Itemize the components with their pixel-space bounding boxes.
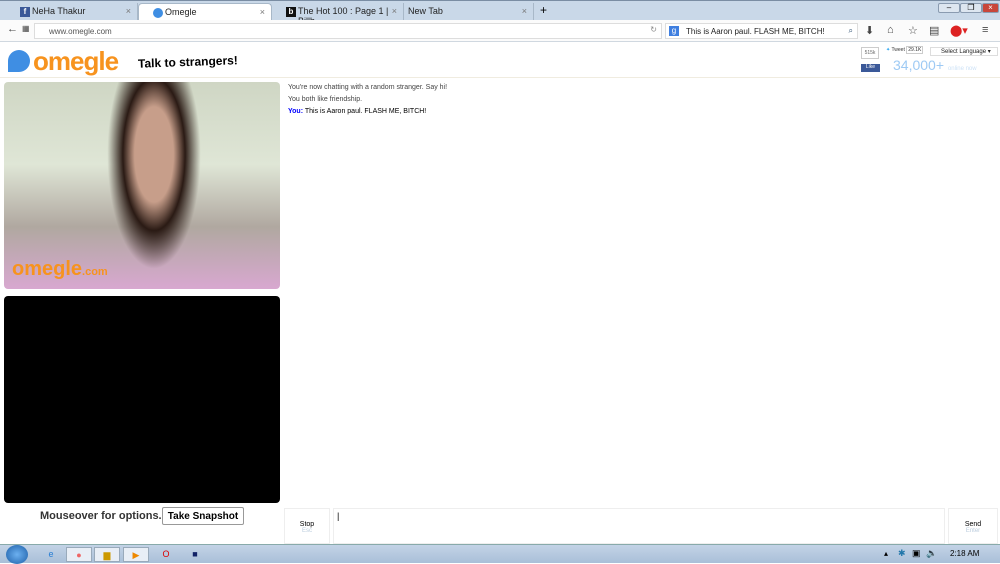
tab-new[interactable]: New Tab × bbox=[404, 3, 534, 21]
restore-button[interactable]: ❐ bbox=[960, 3, 982, 13]
tab-label: Omegle bbox=[165, 7, 197, 17]
home-icon[interactable]: ⌂ bbox=[887, 24, 894, 36]
chat-input[interactable]: | bbox=[333, 508, 945, 544]
firefox-icon[interactable]: ● bbox=[66, 547, 92, 562]
close-window-button[interactable]: × bbox=[982, 3, 999, 13]
stop-hint: Esc bbox=[301, 528, 312, 534]
close-tab-icon[interactable]: × bbox=[260, 7, 265, 17]
omegle-icon bbox=[153, 8, 163, 18]
chat-log: You're now chatting with a random strang… bbox=[284, 80, 1000, 507]
select-language-dropdown[interactable]: Select Language ▾ bbox=[930, 47, 998, 56]
close-tab-icon[interactable]: × bbox=[126, 6, 131, 16]
stop-button[interactable]: Stop Esc bbox=[284, 508, 330, 544]
fb-like-button[interactable]: Like bbox=[861, 64, 880, 72]
network-icon[interactable]: ▣ bbox=[912, 548, 921, 559]
reload-icon[interactable]: ↻ bbox=[650, 25, 657, 34]
tab-omegle[interactable]: Omegle × bbox=[138, 3, 272, 21]
text-cursor: | bbox=[337, 511, 340, 521]
tab-billboard[interactable]: bThe Hot 100 : Page 1 | Billb...× bbox=[272, 3, 404, 26]
online-count: 34,000+ online now bbox=[893, 57, 977, 73]
photoshop-icon[interactable]: ■ bbox=[182, 547, 208, 562]
bookmark-star-icon[interactable]: ☆ bbox=[908, 24, 918, 37]
tweet-label: Tweet bbox=[891, 47, 905, 53]
apps-icon[interactable]: ▦ bbox=[22, 24, 30, 33]
twitter-icon: ✦ bbox=[886, 47, 891, 53]
tagline: Talk to strangers! bbox=[137, 53, 239, 71]
media-player-icon[interactable]: ▶ bbox=[123, 547, 149, 562]
you-label: You: bbox=[288, 108, 304, 115]
mouseover-hint: Mouseover for options. bbox=[40, 510, 162, 522]
billboard-icon: b bbox=[286, 7, 296, 17]
url-bar[interactable]: www.omegle.com ↻ bbox=[34, 23, 662, 39]
internet-explorer-icon[interactable]: e bbox=[38, 547, 64, 562]
search-input[interactable]: g This is Aaron paul. FLASH ME, BITCH! ⌕ bbox=[665, 23, 858, 39]
tweet-button[interactable]: ✦ Tweet 29.1K bbox=[886, 46, 924, 54]
language-label: Select Language bbox=[941, 49, 987, 55]
back-icon[interactable]: ← bbox=[7, 23, 18, 35]
volume-icon[interactable]: 🔈 bbox=[926, 548, 937, 559]
adblock-icon[interactable]: ⬤▾ bbox=[950, 24, 968, 37]
tray-expand-icon[interactable]: ▴ bbox=[884, 549, 888, 558]
omegle-logo-icon bbox=[8, 50, 30, 72]
download-icon[interactable]: ⬇ bbox=[865, 24, 874, 37]
take-snapshot-button[interactable]: Take Snapshot bbox=[162, 507, 244, 525]
online-number: 34,000+ bbox=[893, 57, 944, 73]
system-message: You're now chatting with a random strang… bbox=[288, 84, 448, 91]
omegle-watermark: omegle.com bbox=[12, 258, 108, 281]
watermark-suffix: .com bbox=[82, 266, 108, 278]
nav-bar: ← ▦ www.omegle.com ↻ g This is Aaron paul.… bbox=[0, 20, 1000, 42]
tweet-count: 29.1K bbox=[906, 46, 924, 54]
stranger-video[interactable]: omegle.com bbox=[4, 82, 280, 289]
self-video[interactable] bbox=[4, 296, 280, 503]
user-message: You: This is Aaron paul. FLASH ME, BITCH… bbox=[288, 108, 1000, 116]
bookmarks-list-icon[interactable]: ▤ bbox=[929, 24, 939, 37]
tab-facebook[interactable]: f NeHa Thakur × bbox=[6, 3, 138, 21]
new-tab-button[interactable]: + bbox=[540, 3, 547, 17]
minimize-button[interactable]: – bbox=[938, 3, 960, 13]
close-tab-icon[interactable]: × bbox=[522, 6, 527, 16]
taskbar: e ● ▆ ▶ O ■ ▴ ✱ ▣ 🔈 2:18 AM bbox=[0, 544, 1000, 564]
google-icon: g bbox=[669, 26, 679, 36]
url-text: www.omegle.com bbox=[49, 27, 112, 36]
menu-icon[interactable]: ≡ bbox=[982, 24, 988, 36]
facebook-icon: f bbox=[20, 7, 30, 17]
windows-start-icon[interactable] bbox=[6, 545, 28, 564]
omegle-header: omegle Talk to strangers! 515k Like ✦ Tw… bbox=[0, 42, 1000, 78]
omegle-logo[interactable]: omegle bbox=[8, 46, 119, 77]
system-message: You both like friendship. bbox=[288, 96, 363, 103]
tab-label: NeHa Thakur bbox=[32, 6, 86, 16]
bluetooth-icon[interactable]: ✱ bbox=[898, 548, 906, 559]
tab-bar: f NeHa Thakur × Omegle × b The Hot 100 : Pag… bbox=[0, 0, 1000, 26]
logo-text: omegle bbox=[33, 46, 119, 76]
opera-icon[interactable]: O bbox=[153, 547, 179, 562]
tab-label: New Tab bbox=[408, 6, 443, 16]
clock[interactable]: 2:18 AM bbox=[950, 549, 979, 558]
search-text: This is Aaron paul. FLASH ME, BITCH! bbox=[686, 27, 825, 36]
online-label: online now bbox=[947, 66, 977, 72]
search-icon[interactable]: ⌕ bbox=[849, 26, 853, 36]
stop-label: Stop bbox=[299, 521, 315, 528]
watermark-text: omegle bbox=[12, 258, 83, 280]
stranger-video-image bbox=[99, 82, 209, 289]
file-explorer-icon[interactable]: ▆ bbox=[94, 547, 120, 562]
fb-like-count: 515k bbox=[861, 47, 879, 59]
close-tab-icon[interactable]: × bbox=[392, 6, 397, 16]
send-hint: Enter bbox=[965, 528, 981, 534]
send-button[interactable]: Send Enter bbox=[948, 508, 998, 544]
message-text: This is Aaron paul. FLASH ME, BITCH! bbox=[304, 108, 427, 115]
send-label: Send bbox=[964, 521, 982, 528]
